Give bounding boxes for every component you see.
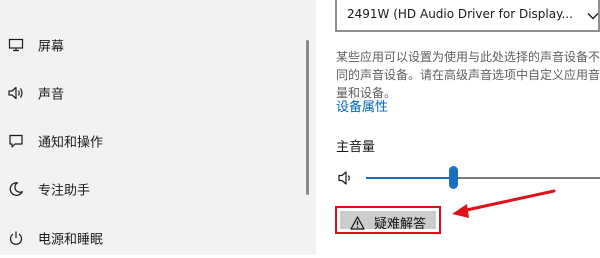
sidebar-item-notifications[interactable]: 通知和操作 bbox=[0, 121, 300, 161]
sidebar-item-label: 声音 bbox=[38, 87, 65, 103]
speaker-icon bbox=[7, 84, 25, 102]
output-device-description: 某些应用可以设置为使用与此处选择的声音设备不同的声音设备。请在高级声音选项中自定… bbox=[336, 50, 600, 100]
power-icon bbox=[7, 229, 25, 247]
sidebar-item-label: 电源和睡眠 bbox=[38, 232, 104, 248]
sidebar-item-label: 专注助手 bbox=[38, 183, 91, 199]
troubleshoot-button-body: 疑难解答 bbox=[340, 211, 436, 232]
monitor-icon bbox=[7, 36, 25, 54]
device-properties-link[interactable]: 设备属性 bbox=[336, 96, 388, 115]
sidebar-item-focus-assist[interactable]: 专注助手 bbox=[0, 169, 300, 209]
sidebar-item-label: 屏幕 bbox=[38, 39, 65, 55]
notification-icon bbox=[7, 132, 25, 150]
output-device-value: 2491W (HD Audio Driver for Display... bbox=[347, 7, 573, 21]
sidebar-item-sound[interactable]: 声音 bbox=[0, 73, 300, 113]
master-volume-title: 主音量 bbox=[336, 140, 376, 155]
sidebar-item-power-sleep[interactable]: 电源和睡眠 bbox=[0, 218, 300, 258]
annotation-arrow-icon bbox=[452, 189, 556, 218]
sidebar-item-label: 通知和操作 bbox=[38, 135, 104, 151]
moon-icon bbox=[7, 180, 25, 198]
warning-icon bbox=[350, 215, 365, 230]
volume-slider-track[interactable] bbox=[452, 177, 600, 179]
chevron-down-icon bbox=[586, 8, 600, 22]
volume-icon[interactable] bbox=[336, 168, 356, 188]
output-device-dropdown[interactable]: 2491W (HD Audio Driver for Display... bbox=[335, 0, 600, 32]
volume-slider-fill bbox=[366, 177, 453, 179]
sidebar-item-display[interactable]: 屏幕 bbox=[0, 25, 300, 65]
troubleshoot-label: 疑难解答 bbox=[374, 217, 427, 232]
troubleshoot-button[interactable]: 疑难解答 bbox=[335, 206, 441, 234]
settings-sidebar: 屏幕 声音 通知和操作 专注助手 电源和睡眠 bbox=[0, 0, 316, 255]
sidebar-scrollbar[interactable] bbox=[306, 40, 309, 195]
volume-slider-thumb[interactable] bbox=[448, 166, 458, 189]
